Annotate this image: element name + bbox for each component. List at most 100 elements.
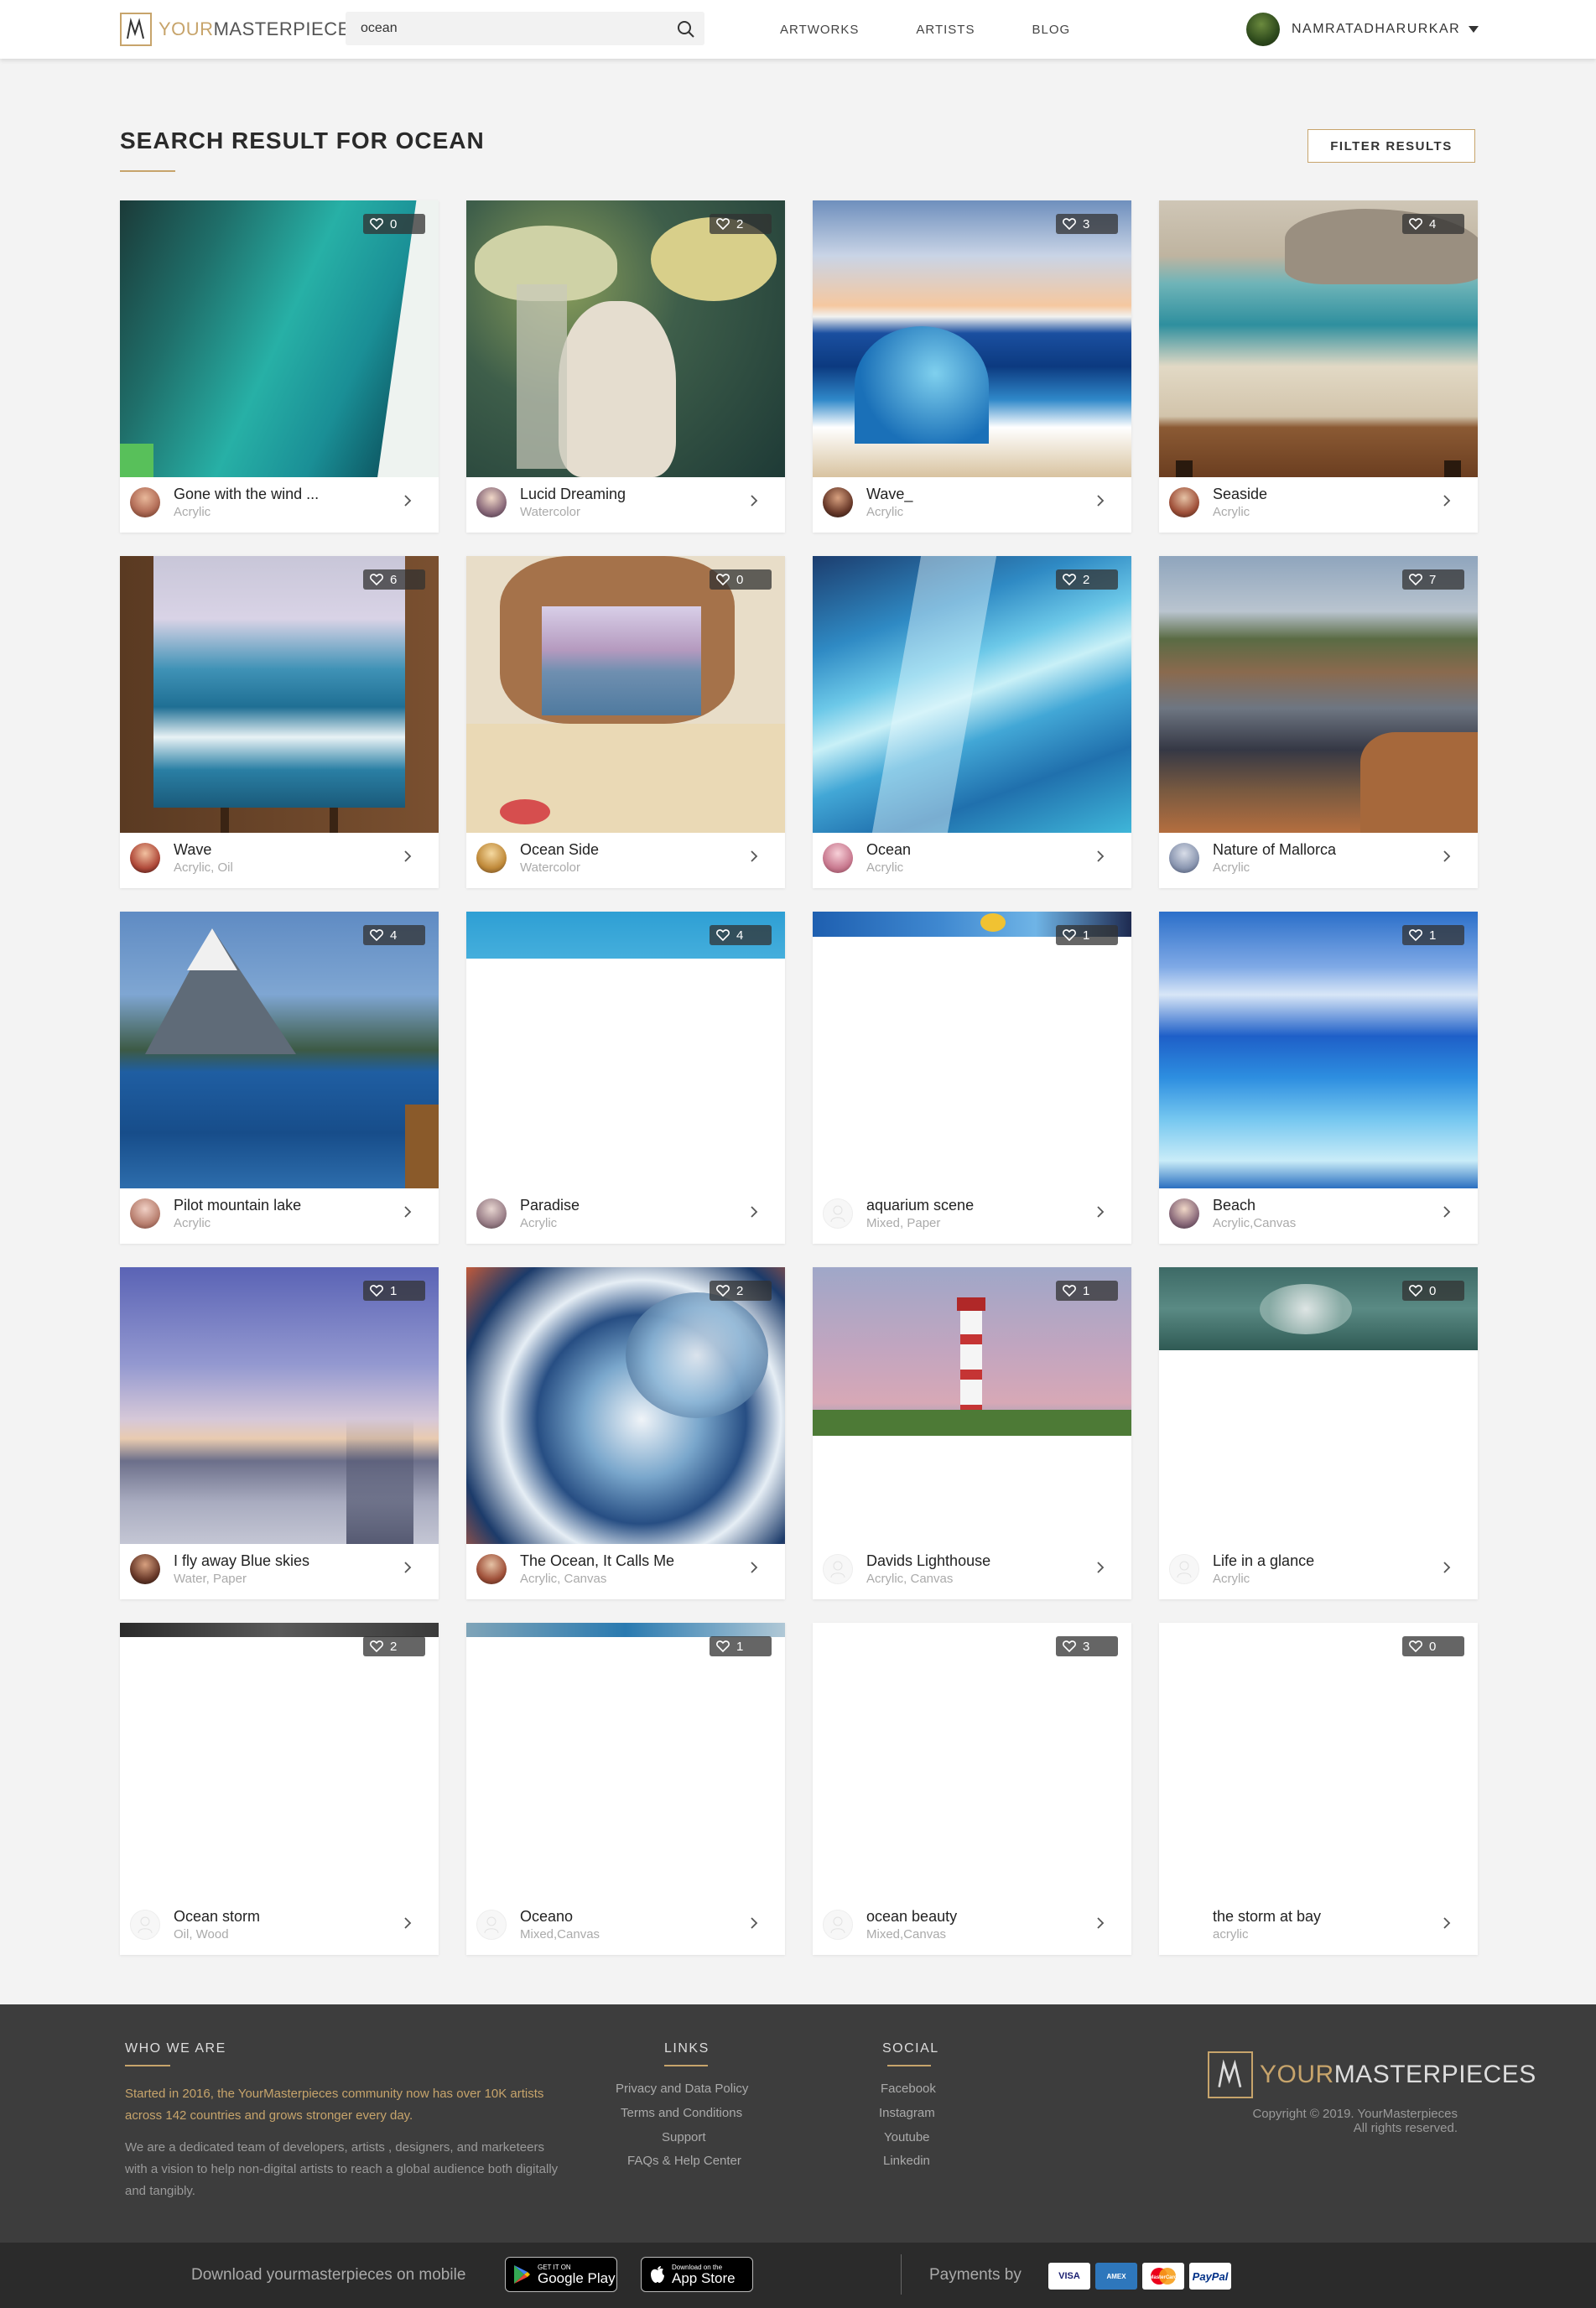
chevron-right-icon[interactable]	[748, 1915, 760, 1931]
artwork-card[interactable]: 0 Gone with the wind ... Acrylic	[120, 200, 439, 533]
nav-blog[interactable]: BLOG	[1032, 23, 1070, 37]
chevron-right-icon[interactable]	[748, 848, 760, 865]
site-logo[interactable]: YOURMASTERPIECES	[120, 12, 363, 47]
artwork-card[interactable]: 2 Lucid Dreaming Watercolor	[466, 200, 785, 533]
artist-avatar[interactable]	[823, 843, 853, 873]
like-badge[interactable]: 3	[1056, 214, 1118, 234]
artwork-image[interactable]: 1	[466, 1623, 785, 1900]
chevron-right-icon[interactable]	[1094, 1559, 1106, 1576]
chevron-right-icon[interactable]	[402, 1915, 413, 1931]
artwork-card[interactable]: 3 ocean beauty Mixed,Canvas	[813, 1623, 1131, 1955]
artwork-card[interactable]: 1 Beach Acrylic,Canvas	[1159, 912, 1478, 1244]
link-facebook[interactable]: Facebook	[881, 2082, 936, 2096]
like-badge[interactable]: 0	[1402, 1281, 1464, 1301]
nav-artists[interactable]: ARTISTS	[916, 23, 975, 37]
chevron-right-icon[interactable]	[1094, 492, 1106, 509]
like-badge[interactable]: 2	[1056, 569, 1118, 590]
artwork-image[interactable]: 3	[813, 1623, 1131, 1900]
like-badge[interactable]: 1	[1402, 925, 1464, 945]
artist-avatar[interactable]	[1169, 1198, 1199, 1229]
app-store-button[interactable]: Download on the App Store	[641, 2257, 753, 2292]
like-badge[interactable]: 7	[1402, 569, 1464, 590]
artwork-card[interactable]: 2 Ocean storm Oil, Wood	[120, 1623, 439, 1955]
artist-avatar[interactable]	[476, 487, 507, 517]
artist-avatar[interactable]	[1169, 487, 1199, 517]
artwork-image[interactable]: 4	[120, 912, 439, 1188]
artist-avatar[interactable]	[476, 1198, 507, 1229]
chevron-right-icon[interactable]	[1094, 1915, 1106, 1931]
artwork-card[interactable]: 2 Ocean Acrylic	[813, 556, 1131, 888]
google-play-button[interactable]: GET IT ON Google Play	[505, 2257, 617, 2292]
like-badge[interactable]: 4	[1402, 214, 1464, 234]
link-youtube[interactable]: Youtube	[884, 2130, 930, 2144]
artist-avatar[interactable]	[823, 1910, 853, 1940]
chevron-right-icon[interactable]	[1441, 1559, 1453, 1576]
filter-results-button[interactable]: FILTER RESULTS	[1307, 129, 1475, 163]
artwork-card[interactable]: 0 Ocean Side Watercolor	[466, 556, 785, 888]
artist-avatar[interactable]	[130, 1198, 160, 1229]
artwork-image[interactable]: 7	[1159, 556, 1478, 833]
artwork-image[interactable]: 0	[1159, 1267, 1478, 1544]
artwork-card[interactable]: 1 aquarium scene Mixed, Paper	[813, 912, 1131, 1244]
artist-avatar[interactable]	[823, 487, 853, 517]
artwork-card[interactable]: 1 Davids Lighthouse Acrylic, Canvas	[813, 1267, 1131, 1599]
link-terms[interactable]: Terms and Conditions	[621, 2106, 742, 2120]
artwork-image[interactable]: 0	[1159, 1623, 1478, 1900]
artist-avatar[interactable]	[130, 1554, 160, 1584]
artwork-card[interactable]: 6 Wave Acrylic, Oil	[120, 556, 439, 888]
artist-avatar[interactable]	[823, 1554, 853, 1584]
artwork-image[interactable]: 1	[1159, 912, 1478, 1188]
chevron-right-icon[interactable]	[1441, 492, 1453, 509]
chevron-right-icon[interactable]	[1094, 1203, 1106, 1220]
like-badge[interactable]: 4	[363, 925, 425, 945]
like-badge[interactable]: 6	[363, 569, 425, 590]
artist-avatar[interactable]	[476, 1554, 507, 1584]
artwork-image[interactable]: 2	[813, 556, 1131, 833]
artwork-card[interactable]: 4 Pilot mountain lake Acrylic	[120, 912, 439, 1244]
artwork-image[interactable]: 1	[813, 1267, 1131, 1544]
chevron-right-icon[interactable]	[1441, 1915, 1453, 1931]
chevron-right-icon[interactable]	[402, 1559, 413, 1576]
artist-avatar[interactable]	[1169, 1554, 1199, 1584]
like-badge[interactable]: 1	[363, 1281, 425, 1301]
chevron-right-icon[interactable]	[1441, 848, 1453, 865]
artwork-card[interactable]: 3 Wave_ Acrylic	[813, 200, 1131, 533]
like-badge[interactable]: 0	[363, 214, 425, 234]
like-badge[interactable]: 2	[710, 1281, 772, 1301]
artist-avatar[interactable]	[476, 1910, 507, 1940]
artwork-card[interactable]: 1 I fly away Blue skies Water, Paper	[120, 1267, 439, 1599]
artwork-card[interactable]: 4 Seaside Acrylic	[1159, 200, 1478, 533]
like-badge[interactable]: 0	[710, 569, 772, 590]
like-badge[interactable]: 2	[710, 214, 772, 234]
search-input[interactable]	[361, 12, 663, 45]
search-icon[interactable]	[676, 19, 696, 39]
artwork-image[interactable]: 2	[120, 1623, 439, 1900]
artwork-card[interactable]: 1 Oceano Mixed,Canvas	[466, 1623, 785, 1955]
like-badge[interactable]: 4	[710, 925, 772, 945]
chevron-right-icon[interactable]	[402, 848, 413, 865]
chevron-right-icon[interactable]	[748, 1559, 760, 1576]
user-menu[interactable]: NAMRATADHARURKAR	[1246, 10, 1479, 49]
artist-avatar[interactable]	[476, 843, 507, 873]
nav-artworks[interactable]: ARTWORKS	[780, 23, 859, 37]
artwork-image[interactable]: 0	[466, 556, 785, 833]
chevron-right-icon[interactable]	[402, 492, 413, 509]
footer-logo[interactable]: YOURMASTERPIECES	[1208, 2051, 1536, 2098]
like-badge[interactable]: 0	[1402, 1636, 1464, 1656]
artwork-image[interactable]: 4	[466, 912, 785, 1188]
chevron-right-icon[interactable]	[748, 492, 760, 509]
artist-avatar[interactable]	[130, 487, 160, 517]
artist-avatar[interactable]	[130, 1910, 160, 1940]
artwork-image[interactable]: 3	[813, 200, 1131, 477]
artwork-image[interactable]: 4	[1159, 200, 1478, 477]
artwork-image[interactable]: 1	[120, 1267, 439, 1544]
link-instagram[interactable]: Instagram	[879, 2106, 935, 2120]
chevron-right-icon[interactable]	[1441, 1203, 1453, 1220]
chevron-right-icon[interactable]	[402, 1203, 413, 1220]
artist-avatar[interactable]	[823, 1198, 853, 1229]
like-badge[interactable]: 1	[1056, 925, 1118, 945]
artwork-card[interactable]: 0 the storm at bay acrylic	[1159, 1623, 1478, 1955]
artwork-image[interactable]: 0	[120, 200, 439, 477]
artwork-card[interactable]: 0 Life in a glance Acrylic	[1159, 1267, 1478, 1599]
artwork-image[interactable]: 2	[466, 200, 785, 477]
